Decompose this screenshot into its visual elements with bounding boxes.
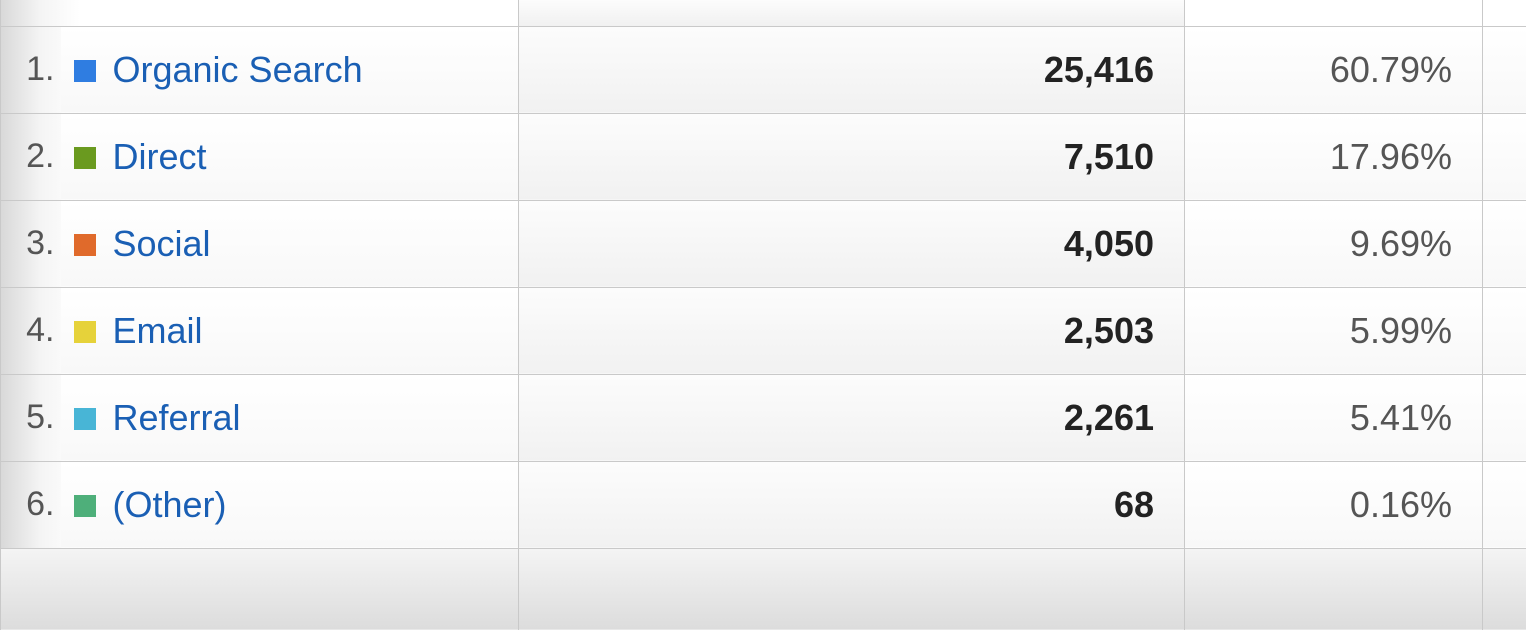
- color-swatch-icon: [74, 234, 96, 256]
- row-index: 5.: [1, 374, 61, 461]
- channel-link[interactable]: Email: [113, 310, 203, 351]
- color-swatch-icon: [74, 147, 96, 169]
- sessions-value: 68: [519, 461, 1185, 548]
- color-swatch-icon: [74, 321, 96, 343]
- channel-label-cell: Direct: [109, 113, 519, 200]
- table-header-gap: [1, 0, 1526, 26]
- channel-link[interactable]: Direct: [113, 136, 207, 177]
- color-swatch-cell: [61, 200, 109, 287]
- channels-table-wrap: 1. Organic Search 25,41660.79% 2. Direct 7,51…: [0, 0, 1526, 630]
- color-swatch-cell: [61, 26, 109, 113]
- sessions-percent: 9.69%: [1185, 200, 1483, 287]
- row-tail: [1483, 113, 1526, 200]
- row-index: 6.: [1, 461, 61, 548]
- color-swatch-cell: [61, 374, 109, 461]
- channel-label-cell: Organic Search: [109, 26, 519, 113]
- row-index: 1.: [1, 26, 61, 113]
- sessions-percent: 5.99%: [1185, 287, 1483, 374]
- channel-link[interactable]: Organic Search: [113, 49, 363, 90]
- sessions-percent: 60.79%: [1185, 26, 1483, 113]
- sessions-value: 25,416: [519, 26, 1185, 113]
- color-swatch-icon: [74, 408, 96, 430]
- row-tail: [1483, 200, 1526, 287]
- color-swatch-cell: [61, 287, 109, 374]
- sessions-percent: 5.41%: [1185, 374, 1483, 461]
- color-swatch-icon: [74, 495, 96, 517]
- sessions-percent: 17.96%: [1185, 113, 1483, 200]
- table-row: 3. Social 4,0509.69%: [1, 200, 1526, 287]
- channel-label-cell: Referral: [109, 374, 519, 461]
- color-swatch-icon: [74, 60, 96, 82]
- channel-label-cell: Email: [109, 287, 519, 374]
- row-tail: [1483, 461, 1526, 548]
- channels-table: 1. Organic Search 25,41660.79% 2. Direct 7,51…: [0, 0, 1526, 630]
- row-tail: [1483, 287, 1526, 374]
- channel-link[interactable]: (Other): [113, 484, 227, 525]
- row-tail: [1483, 374, 1526, 461]
- table-row: 4. Email 2,5035.99%: [1, 287, 1526, 374]
- row-index: 3.: [1, 200, 61, 287]
- table-footer-gap: [1, 548, 1526, 630]
- color-swatch-cell: [61, 113, 109, 200]
- sessions-value: 4,050: [519, 200, 1185, 287]
- channel-link[interactable]: Referral: [113, 397, 241, 438]
- channel-link[interactable]: Social: [113, 223, 211, 264]
- row-index: 4.: [1, 287, 61, 374]
- table-row: 5. Referral 2,2615.41%: [1, 374, 1526, 461]
- channel-label-cell: Social: [109, 200, 519, 287]
- row-index: 2.: [1, 113, 61, 200]
- row-tail: [1483, 26, 1526, 113]
- table-row: 1. Organic Search 25,41660.79%: [1, 26, 1526, 113]
- sessions-percent: 0.16%: [1185, 461, 1483, 548]
- sessions-value: 2,503: [519, 287, 1185, 374]
- table-row: 6. (Other) 680.16%: [1, 461, 1526, 548]
- sessions-value: 7,510: [519, 113, 1185, 200]
- table-row: 2. Direct 7,51017.96%: [1, 113, 1526, 200]
- channel-label-cell: (Other): [109, 461, 519, 548]
- color-swatch-cell: [61, 461, 109, 548]
- sessions-value: 2,261: [519, 374, 1185, 461]
